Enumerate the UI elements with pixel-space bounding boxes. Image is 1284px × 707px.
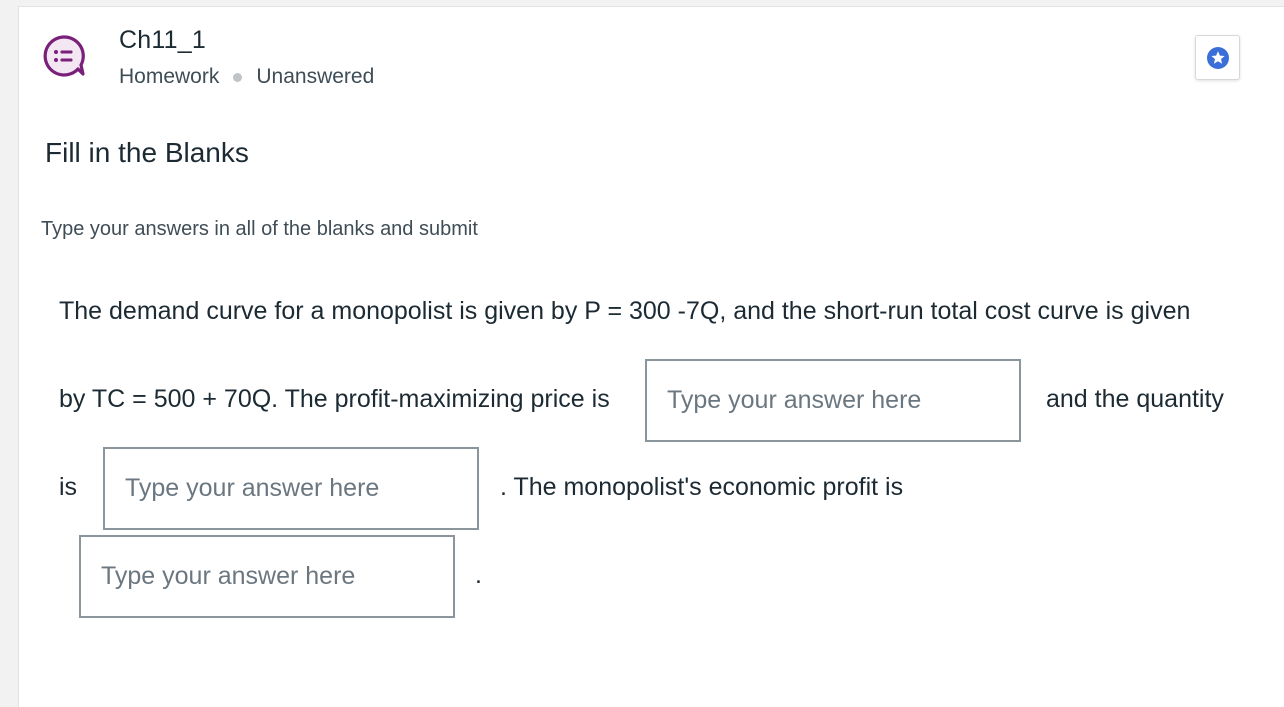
bookmark-button[interactable]	[1195, 35, 1240, 80]
question-text-line2-suffix: and the quantity	[1046, 385, 1224, 413]
profit-answer-input[interactable]	[79, 535, 455, 618]
assignment-type: Homework	[119, 65, 220, 88]
section-title: Fill in the Blanks	[45, 137, 249, 168]
assignment-meta: Homework Unanswered	[119, 65, 374, 89]
price-answer-input[interactable]	[645, 359, 1021, 442]
separator-dot	[233, 72, 243, 82]
question-text-line2: by TC = 500 + 70Q. The profit-maximizing…	[59, 385, 610, 413]
answer-status: Unanswered	[256, 65, 375, 88]
question-text-line3: is	[59, 473, 78, 501]
question-text-line1: The demand curve for a monopolist is giv…	[59, 297, 1191, 325]
question-text-line3-suffix: . The monopolist's economic profit is	[500, 473, 904, 501]
quantity-answer-input[interactable]	[103, 447, 479, 530]
question-text-end-period: .	[475, 561, 482, 589]
assignment-title: Ch11_1	[119, 26, 206, 54]
instructions-text: Type your answers in all of the blanks a…	[41, 218, 478, 240]
star-icon	[1206, 46, 1229, 69]
question-bubble-icon	[42, 34, 86, 78]
